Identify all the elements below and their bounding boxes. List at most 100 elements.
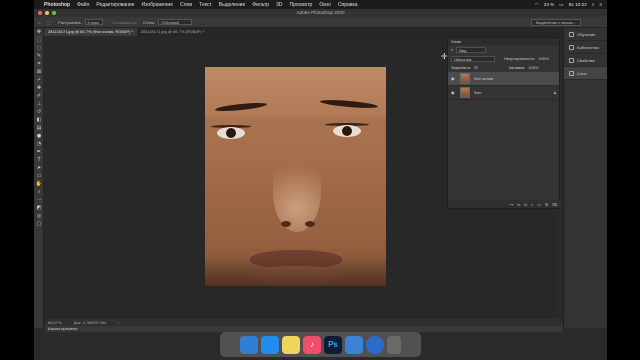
lock-icon[interactable]: ⊟ xyxy=(474,65,477,70)
menu-window[interactable]: Окно xyxy=(319,2,331,8)
history-brush-icon[interactable]: ↺ xyxy=(34,108,44,116)
panel-libraries[interactable]: Библиотеки xyxy=(564,41,607,54)
frame-tool-icon[interactable]: ⊠ xyxy=(34,68,44,76)
menu-view[interactable]: Просмотр xyxy=(289,2,312,8)
home-icon[interactable]: ⌂ xyxy=(38,20,40,25)
menu-photoshop[interactable]: Photoshop xyxy=(44,2,70,8)
menu-select[interactable]: Выделение xyxy=(219,2,246,8)
marquee-tool-icon[interactable]: ⬚ xyxy=(46,20,50,25)
finder-icon[interactable] xyxy=(240,335,258,354)
close-icon[interactable] xyxy=(38,11,42,15)
eraser-tool-icon[interactable]: ◧ xyxy=(34,116,44,124)
window-controls xyxy=(38,11,56,15)
menu-text[interactable]: Текст xyxy=(199,2,212,8)
lock-label: Закрепить: xyxy=(451,65,472,70)
mac-menubar: Photoshop Файл Редактирование Изображени… xyxy=(34,0,607,9)
photoshop-icon[interactable]: Ps xyxy=(324,335,342,354)
clock[interactable]: Вс 10:23 xyxy=(569,2,587,7)
layer-background[interactable]: ◉ Фон 🔒︎ xyxy=(448,86,559,100)
fill-value[interactable]: 100% xyxy=(528,65,538,70)
pen-tool-icon[interactable]: ✒ xyxy=(34,148,44,156)
lasso-tool-icon[interactable]: ◌ xyxy=(34,44,44,52)
tools-panel: ✥ ⬚ ◌ ✎ ⌗ ⊠ ⌿ ✚ ✐ ⊥ ↺ ◧ ▤ ● ◔ ✒ T ➤ ▭ ✋ … xyxy=(34,28,44,328)
menu-layers[interactable]: Слои xyxy=(180,2,192,8)
menu-3d[interactable]: 3D xyxy=(276,2,282,8)
path-select-icon[interactable]: ➤ xyxy=(34,164,44,172)
fx-icon[interactable]: fx xyxy=(517,202,520,207)
tab-document[interactable]: 281118171.jpg @ 66,7% (RGB/8*) * xyxy=(137,28,209,36)
visibility-eye-icon[interactable]: ◉ xyxy=(451,76,456,81)
layers-panel-title[interactable]: Слои xyxy=(448,38,559,45)
antialias-checkbox[interactable]: Сглаживание xyxy=(112,20,137,25)
menu-edit[interactable]: Редактирование xyxy=(96,2,134,8)
battery-icon[interactable]: ▭ xyxy=(559,2,563,8)
menu-filter[interactable]: Фильтр xyxy=(252,2,269,8)
keychain-icon[interactable] xyxy=(345,335,363,354)
screen-mode-icon[interactable]: ▢ xyxy=(34,220,44,228)
move-tool-icon[interactable]: ✥ xyxy=(34,28,44,36)
adjustment-icon[interactable]: ◐ xyxy=(531,202,533,207)
maximize-icon[interactable] xyxy=(52,11,56,15)
safari-icon[interactable] xyxy=(261,335,279,354)
panel-learn[interactable]: Обучение xyxy=(564,28,607,41)
mask-icon[interactable]: ◘ xyxy=(524,202,526,207)
link-icon[interactable]: ⊶ xyxy=(509,202,513,207)
opacity-label: Непрозрачность: xyxy=(504,56,536,61)
menu-file[interactable]: Файл xyxy=(77,2,89,8)
layer-background-copy[interactable]: ◉ Фон копия xyxy=(448,72,559,86)
options-bar: ⌂ ⬚ Растушевка: 0 пикс. Сглаживание Стил… xyxy=(34,17,607,28)
feather-input[interactable]: 0 пикс. xyxy=(84,19,104,25)
crop-tool-icon[interactable]: ⌗ xyxy=(34,60,44,68)
shape-tool-icon[interactable]: ▭ xyxy=(34,172,44,180)
layers-blend-row: Обычные Непрозрачность: 100% xyxy=(448,54,559,63)
dodge-tool-icon[interactable]: ◔ xyxy=(34,140,44,148)
blend-mode-select[interactable]: Обычные xyxy=(451,55,495,62)
eyedropper-tool-icon[interactable]: ⌿ xyxy=(34,76,44,84)
select-and-mask-button[interactable]: Выделение и маска... xyxy=(530,19,581,26)
left-nostril xyxy=(281,221,291,227)
visibility-eye-icon[interactable]: ◉ xyxy=(451,90,456,95)
trash-icon[interactable] xyxy=(387,335,401,354)
layers-footer: ⊶ fx ◘ ◐ ▭ ⊞ ⌧ xyxy=(448,200,561,208)
filter-kind-select[interactable]: Вид xyxy=(456,46,487,53)
chrome-icon[interactable] xyxy=(366,335,384,354)
quick-select-tool-icon[interactable]: ✎ xyxy=(34,52,44,60)
status-chevron-icon[interactable]: › xyxy=(118,320,119,325)
menu-image[interactable]: Изображение xyxy=(142,2,174,8)
music-icon[interactable]: ♪ xyxy=(303,335,321,354)
menu-list-icon[interactable]: ≡ xyxy=(599,2,602,7)
right-nostril xyxy=(305,221,315,227)
type-tool-icon[interactable]: T xyxy=(34,156,44,164)
trash-icon[interactable]: ⌧ xyxy=(552,202,557,207)
layers-filter-row: ⌕ Вид xyxy=(448,45,559,54)
blur-tool-icon[interactable]: ● xyxy=(34,132,44,140)
menu-help[interactable]: Справка xyxy=(338,2,358,8)
more-tools-icon[interactable]: ··· xyxy=(34,196,44,204)
nose xyxy=(273,152,321,232)
panel-layers[interactable]: Слои xyxy=(564,67,607,80)
group-icon[interactable]: ▭ xyxy=(537,202,541,207)
notes-icon[interactable] xyxy=(282,335,300,354)
color-swatches-icon[interactable]: ◩ xyxy=(34,204,44,212)
stamp-tool-icon[interactable]: ⊥ xyxy=(34,100,44,108)
zoom-tool-icon[interactable]: ⌕ xyxy=(34,188,44,196)
marquee-tool-icon[interactable]: ⬚ xyxy=(34,36,44,44)
healing-brush-icon[interactable]: ✚ xyxy=(34,84,44,92)
style-select[interactable]: Обычный xyxy=(158,19,193,25)
portrait-image[interactable] xyxy=(205,67,386,286)
search-icon[interactable]: ⌕ xyxy=(592,2,595,7)
brush-tool-icon[interactable]: ✐ xyxy=(34,92,44,100)
tab-document-copy[interactable]: 281118171.jpg @ 66,7% (Фон копия, RGB/8*… xyxy=(44,28,137,36)
opacity-value[interactable]: 100% xyxy=(538,56,548,61)
wifi-icon[interactable]: ◠ xyxy=(535,2,539,8)
layers-icon xyxy=(569,70,574,76)
mac-dock: ♪ Ps xyxy=(220,332,421,357)
new-layer-icon[interactable]: ⊞ xyxy=(545,202,548,207)
gradient-tool-icon[interactable]: ▤ xyxy=(34,124,44,132)
zoom-level[interactable]: 66,67% xyxy=(48,320,62,325)
hand-tool-icon[interactable]: ✋ xyxy=(34,180,44,188)
quick-mask-icon[interactable]: ◎ xyxy=(34,212,44,220)
filter-icon[interactable]: ⌕ xyxy=(451,47,453,52)
panel-properties[interactable]: Свойства xyxy=(564,54,607,67)
minimize-icon[interactable] xyxy=(45,11,49,15)
